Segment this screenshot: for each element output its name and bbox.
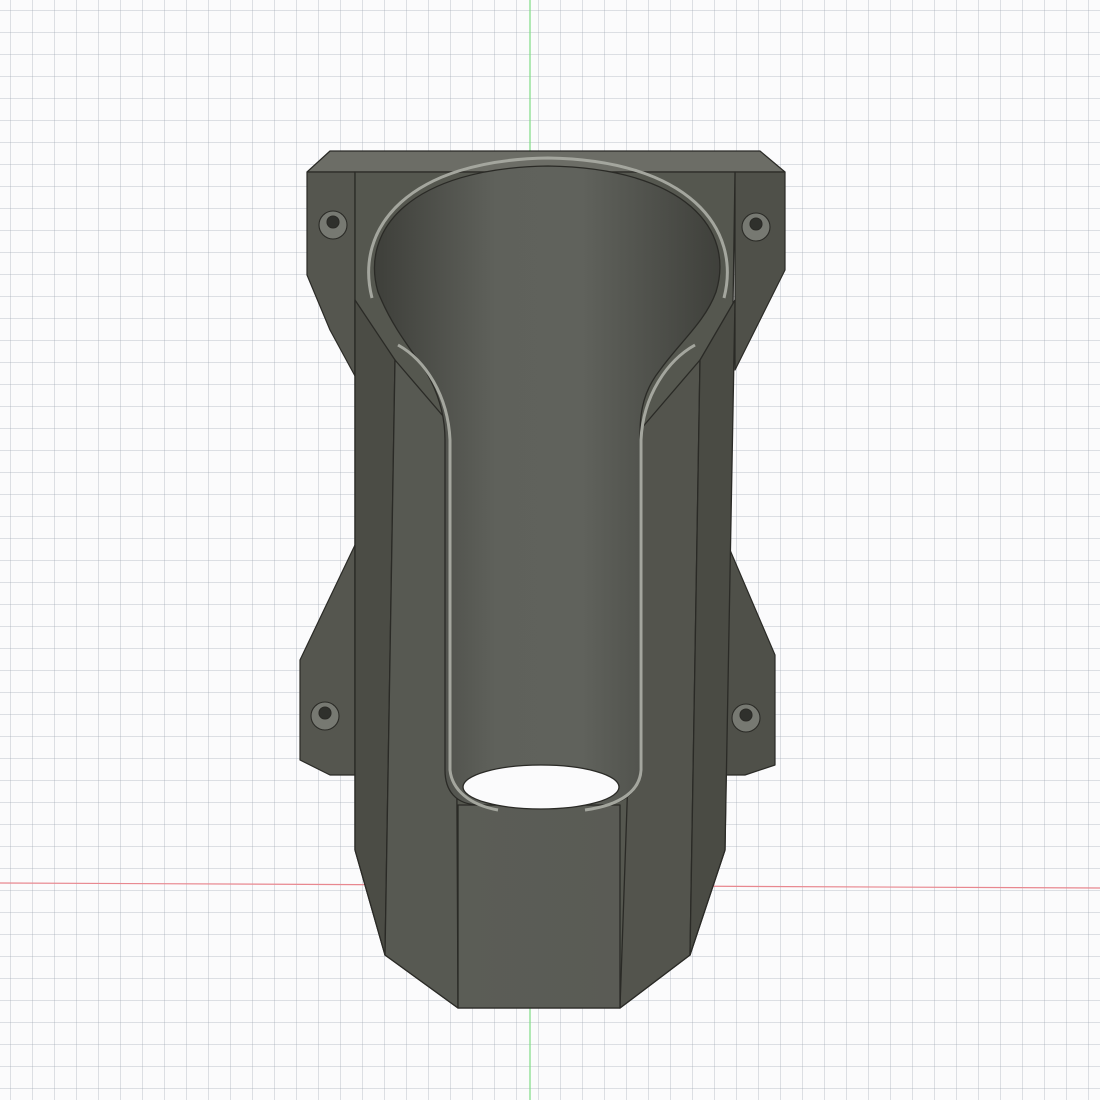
screw-hole-top-left: [318, 210, 348, 240]
model-canvas[interactable]: [0, 0, 1100, 1100]
bore-bottom-opening: [462, 764, 620, 810]
flange-left-lower-ear: [299, 544, 356, 776]
body-front-face: [457, 804, 621, 1009]
screw-hole-top-right: [741, 212, 771, 242]
flange-right-lower-ear: [724, 549, 776, 776]
screw-hole-bottom-right: [731, 703, 761, 733]
cad-3d-viewport[interactable]: [0, 0, 1100, 1100]
flange-right-upper-ear: [734, 171, 786, 371]
screw-hole-bottom-left: [310, 701, 340, 731]
flange-left-upper-ear: [306, 171, 356, 377]
